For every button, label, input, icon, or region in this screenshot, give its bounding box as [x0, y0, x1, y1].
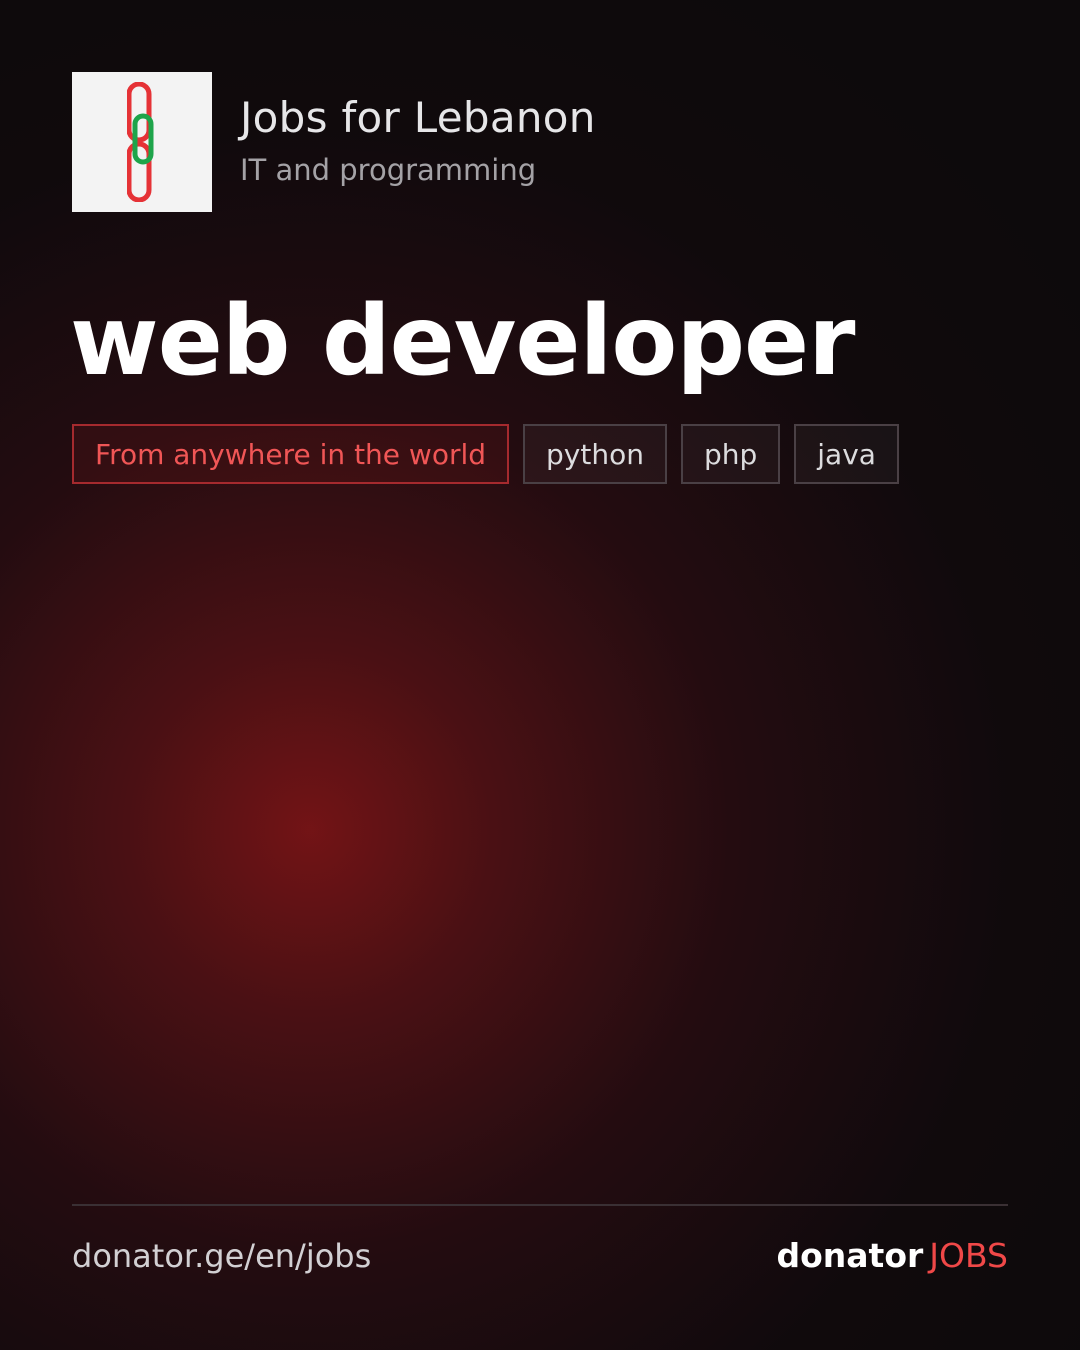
footer-url: donator.ge/en/jobs: [72, 1237, 372, 1275]
footer-divider: [72, 1204, 1008, 1206]
tag-list: From anywhere in the world python php ja…: [72, 424, 899, 484]
skill-tag-python: python: [523, 424, 667, 484]
chain-link-icon: [127, 82, 154, 202]
skill-tag-php: php: [680, 424, 781, 484]
header-text: Jobs for Lebanon IT and programming: [240, 72, 596, 190]
brand-name: donator: [776, 1236, 924, 1275]
brand-logo: donator JOBS: [777, 1234, 1009, 1278]
location-tag: From anywhere in the world: [72, 424, 510, 484]
logo: [72, 72, 212, 212]
skill-tag-java: java: [794, 424, 899, 484]
job-title: web developer: [70, 285, 855, 397]
category-label: IT and programming: [240, 153, 537, 187]
brand-accent: JOBS: [929, 1236, 1008, 1275]
header: Jobs for Lebanon IT and programming: [72, 72, 596, 212]
org-name: Jobs for Lebanon: [240, 93, 596, 142]
